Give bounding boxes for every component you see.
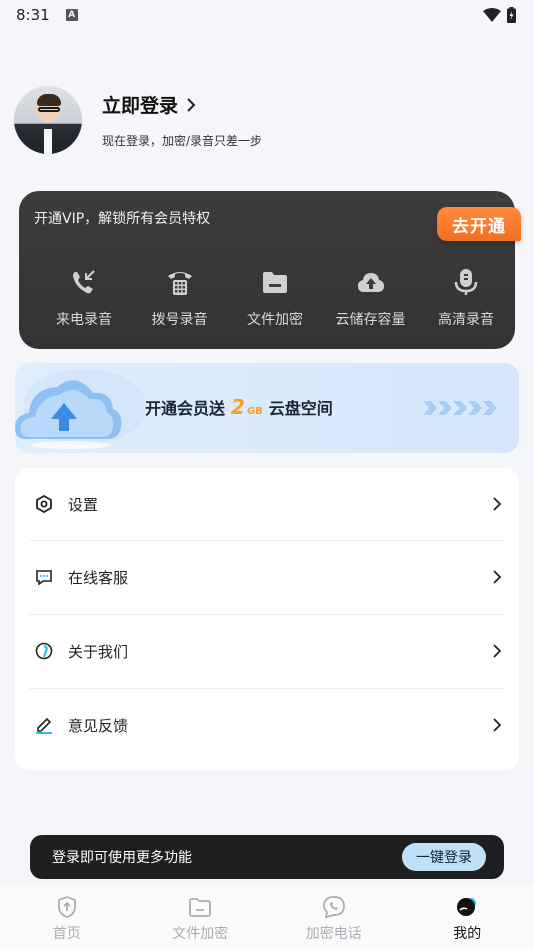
settings-icon [36,495,52,513]
profile-header[interactable]: 立即登录 现在登录，加密/录音只差一步 [14,86,262,154]
battery-icon [507,7,516,23]
cloud-upload-icon [357,273,384,292]
vip-feature-label: 拨号录音 [151,312,208,328]
nav-label: 首页 [52,926,81,942]
vip-feature-incoming-call[interactable]: 来电录音 [39,267,129,329]
menu-label: 设置 [68,495,99,514]
nav-item-encrypted-call[interactable]: 加密电话 [274,895,394,943]
login-link[interactable]: 立即登录 [102,91,262,118]
folder-icon [263,272,287,293]
profile-icon [457,898,477,916]
arrows-icon [423,401,497,415]
one-click-login-button[interactable]: 一键登录 [402,843,486,871]
vip-feature-cloud-storage[interactable]: 云储存容量 [326,267,416,329]
nav-label: 加密电话 [305,926,362,942]
menu-item-settings[interactable]: 设置 [15,468,519,540]
nav-label: 文件加密 [172,926,229,942]
vip-feature-label: 文件加密 [247,312,303,328]
nav-label: 我的 [453,926,482,942]
vip-feature-dial[interactable]: 拨号录音 [135,267,225,329]
banner-text-before: 开通会员送 [145,399,226,418]
vip-feature-label: 高清录音 [438,312,494,328]
menu-label: 关于我们 [68,642,129,661]
chevron-right-icon [493,718,502,732]
notification-icon: A [65,9,78,21]
status-time: 8:31 [16,6,50,24]
login-subtitle: 现在登录，加密/录音只差一步 [102,134,263,148]
chat-icon [36,570,52,586]
vip-card[interactable]: 开通VIP，解锁所有会员特权 去开通 来电录音 拨号录音 文件加密 云储存容量 … [19,191,521,349]
vip-feature-file-encrypt[interactable]: 文件加密 [230,267,320,329]
vip-title: 开通VIP，解锁所有会员特权 [34,211,211,227]
vip-features: 来电录音 拨号录音 文件加密 云储存容量 高清录音 [39,267,511,329]
chevron-right-icon [493,497,502,511]
menu-label: 意见反馈 [68,716,129,735]
banner-text-after: 云盘空间 [268,399,333,418]
menu-item-feedback[interactable]: 意见反馈 [15,688,519,762]
info-icon [35,642,53,660]
vip-open-button[interactable]: 去开通 [437,207,521,241]
chevron-right-icon [493,644,502,658]
vip-feature-label: 云储存容量 [335,312,406,328]
bottom-nav: 首页 文件加密 加密电话 我的 [0,885,534,950]
menu-item-customer-service[interactable]: 在线客服 [15,540,519,614]
microphone-icon [454,269,478,295]
login-prompt-text: 登录即可使用更多功能 [52,850,192,866]
nav-item-mine[interactable]: 我的 [407,895,527,943]
wifi-icon [483,8,501,22]
vip-feature-hd-recording[interactable]: 高清录音 [421,267,511,329]
menu-item-about-us[interactable]: 关于我们 [15,614,519,688]
phone-bubble-icon [322,896,345,919]
chevron-right-icon [493,570,502,584]
cloud-upload-icon [15,369,145,449]
avatar[interactable] [14,86,82,154]
status-bar: 8:31 A [0,0,534,30]
incoming-call-icon [73,270,95,294]
banner-text: 开通会员送 2 GB 云盘空间 [145,395,333,419]
vip-feature-label: 来电录音 [56,312,112,328]
login-title: 立即登录 [102,95,179,117]
banner-unit: GB [246,406,263,417]
login-prompt-bar: 登录即可使用更多功能 一键登录 [30,835,504,879]
nav-item-file-encrypt[interactable]: 文件加密 [140,895,260,943]
menu-label: 在线客服 [68,568,129,587]
phone-dial-icon [167,272,192,295]
folder-icon [189,898,212,917]
edit-icon [36,717,52,734]
cloud-storage-banner[interactable]: 开通会员送 2 GB 云盘空间 [15,363,519,453]
shield-icon [57,896,76,918]
nav-item-home[interactable]: 首页 [7,895,127,943]
banner-amount: 2 [231,395,245,419]
chevron-right-icon [187,97,196,112]
settings-menu: 设置 在线客服 关于我们 意见反馈 [15,468,519,770]
